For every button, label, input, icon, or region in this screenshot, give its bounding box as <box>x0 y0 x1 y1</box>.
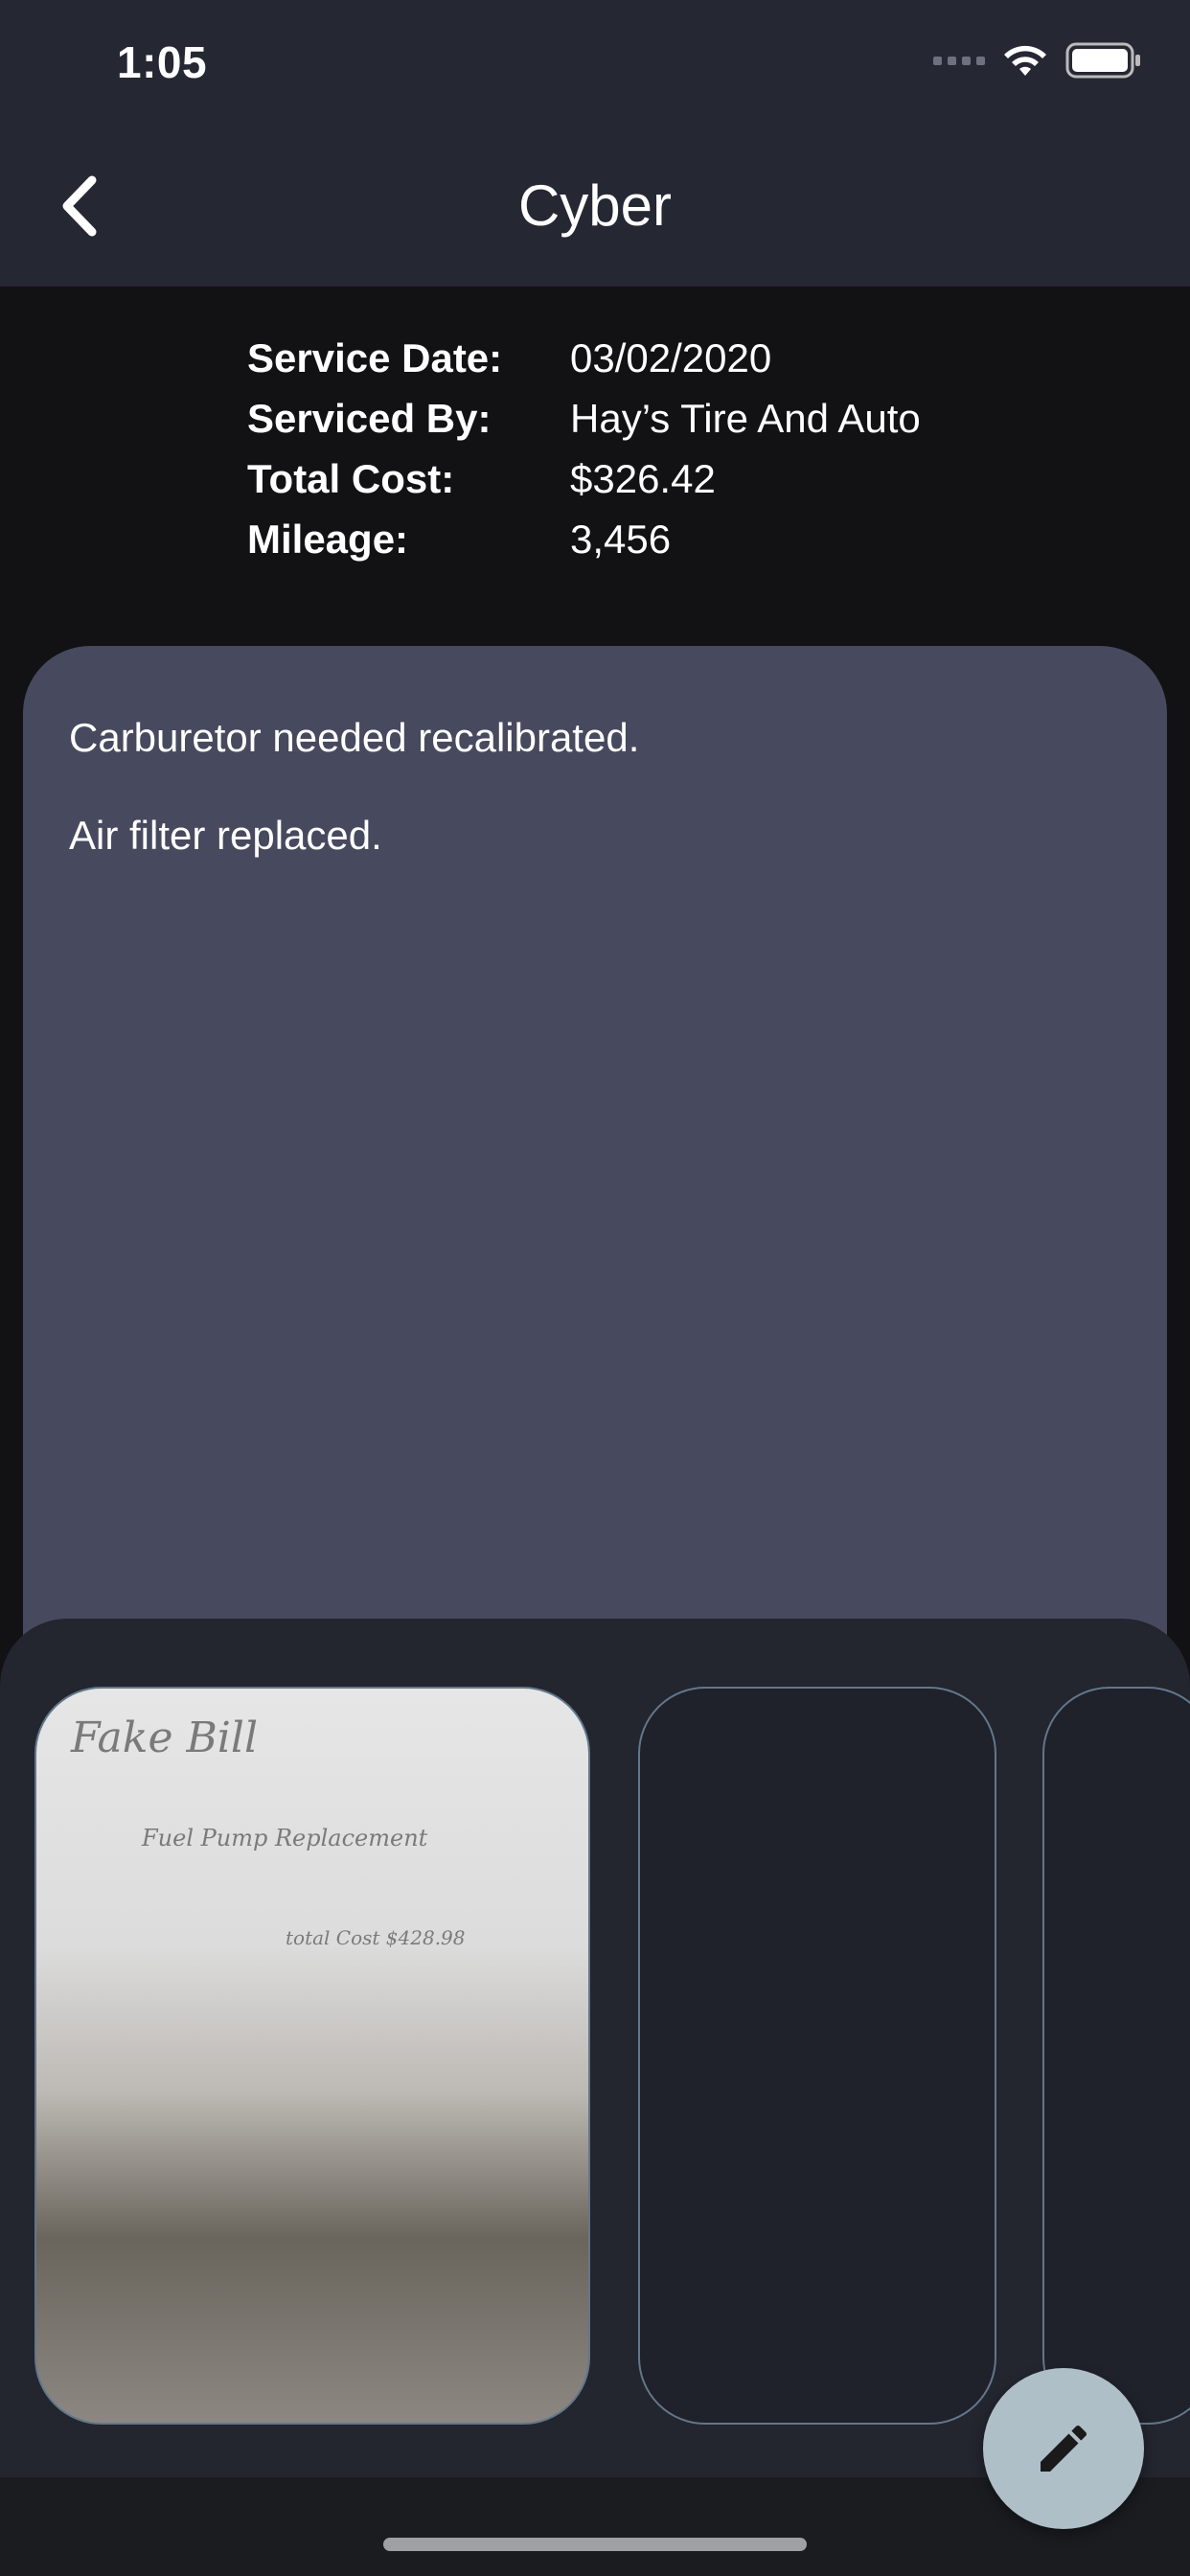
battery-icon <box>1065 42 1140 79</box>
serviced-by-value: Hay’s Tire And Auto <box>570 396 921 441</box>
service-info: Service Date: 03/02/2020 Serviced By: Ha… <box>247 328 921 569</box>
photo-gallery: Fake Bill Fuel Pump Replacement total Co… <box>0 1619 1190 2477</box>
edit-button[interactable] <box>983 2368 1144 2529</box>
service-date-value: 03/02/2020 <box>570 335 772 380</box>
serviced-by-label: Serviced By: <box>247 396 492 441</box>
empty-photo-slot[interactable] <box>638 1687 996 2425</box>
receipt-total: total Cost $428.98 <box>286 1926 466 1949</box>
home-indicator[interactable] <box>383 2538 807 2551</box>
mileage-label: Mileage: <box>247 517 409 562</box>
empty-photo-slot[interactable] <box>1042 1687 1190 2425</box>
total-cost-label: Total Cost: <box>247 456 455 501</box>
pencil-icon <box>1041 2425 1087 2472</box>
serviced-by-row: Serviced By: Hay’s Tire And Auto <box>247 388 921 448</box>
status-time: 1:05 <box>117 37 208 87</box>
notes-panel: Carburetor needed recalibrated. Air filt… <box>23 646 1167 1681</box>
total-cost-value: $326.42 <box>570 456 716 501</box>
mileage-row: Mileage: 3,456 <box>247 509 921 569</box>
note-line: Air filter replaced. <box>69 813 382 858</box>
wifi-icon <box>1004 45 1046 76</box>
status-icons <box>933 42 1142 79</box>
page-title: Cyber <box>517 173 673 238</box>
receipt-photo[interactable]: Fake Bill Fuel Pump Replacement total Co… <box>34 1687 590 2425</box>
service-date-row: Service Date: 03/02/2020 <box>247 328 921 388</box>
mileage-value: 3,456 <box>570 517 672 562</box>
receipt-item: Fuel Pump Replacement <box>142 1825 428 1852</box>
receipt-title: Fake Bill <box>71 1714 259 1762</box>
signal-icon <box>933 56 985 65</box>
service-date-label: Service Date: <box>247 335 503 380</box>
note-line: Carburetor needed recalibrated. <box>69 715 640 760</box>
total-cost-row: Total Cost: $326.42 <box>247 448 921 509</box>
top-bar: 1:05 Cyber <box>0 0 1190 287</box>
